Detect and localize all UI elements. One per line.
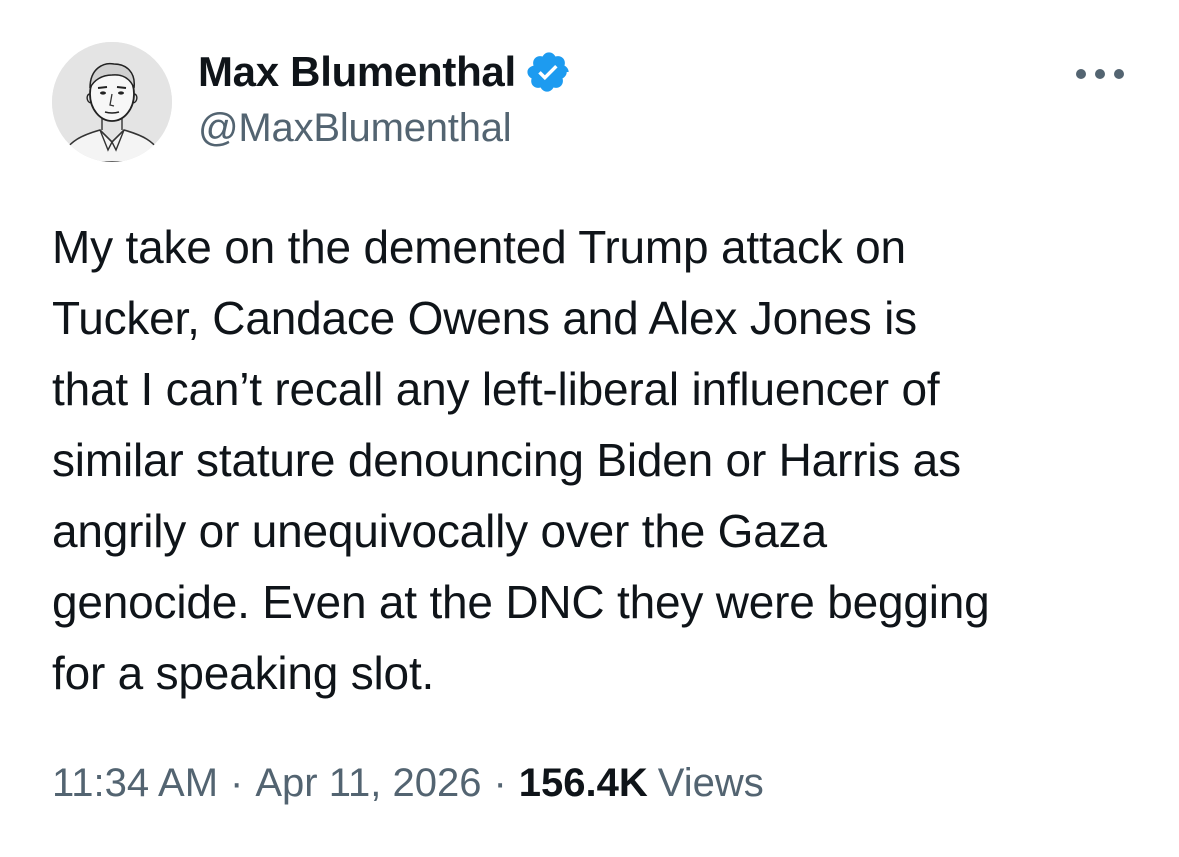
- tweet-text-line: genocide. Even at the DNC they were begg…: [52, 576, 990, 628]
- tweet-text: My take on the demented Trump attack on …: [52, 212, 1142, 709]
- views-label[interactable]: Views: [658, 761, 764, 806]
- tweet-date[interactable]: Apr 11, 2026: [255, 761, 481, 806]
- meta-separator: ·: [230, 761, 244, 805]
- verified-badge-icon[interactable]: [526, 49, 572, 95]
- meta-separator: ·: [493, 761, 507, 805]
- tweet-text-line: that I can’t recall any left-liberal inf…: [52, 363, 940, 415]
- tweet-text-line: angrily or unequivocally over the Gaza: [52, 505, 827, 557]
- tweet-time[interactable]: 11:34 AM: [52, 761, 218, 806]
- author-name-row: Max Blumenthal: [198, 46, 572, 98]
- tweet-metadata: 11:34 AM · Apr 11, 2026 · 156.4K Views: [52, 761, 764, 806]
- views-count[interactable]: 156.4K: [519, 761, 648, 806]
- author-display-name[interactable]: Max Blumenthal: [198, 48, 516, 96]
- sketched-portrait-avatar-icon: [52, 42, 172, 162]
- tweet-text-line: similar stature denouncing Biden or Harr…: [52, 434, 961, 486]
- more-options-icon[interactable]: [1072, 54, 1128, 94]
- tweet-text-line: for a speaking slot.: [52, 647, 435, 699]
- tweet-text-line: My take on the demented Trump attack on: [52, 221, 906, 273]
- tweet-text-line: Tucker, Candace Owens and Alex Jones is: [52, 292, 917, 344]
- author-handle[interactable]: @MaxBlumenthal: [198, 106, 512, 151]
- tweet-card[interactable]: Max Blumenthal @MaxBlumenthal My take on…: [0, 0, 1179, 857]
- author-avatar[interactable]: [52, 42, 172, 162]
